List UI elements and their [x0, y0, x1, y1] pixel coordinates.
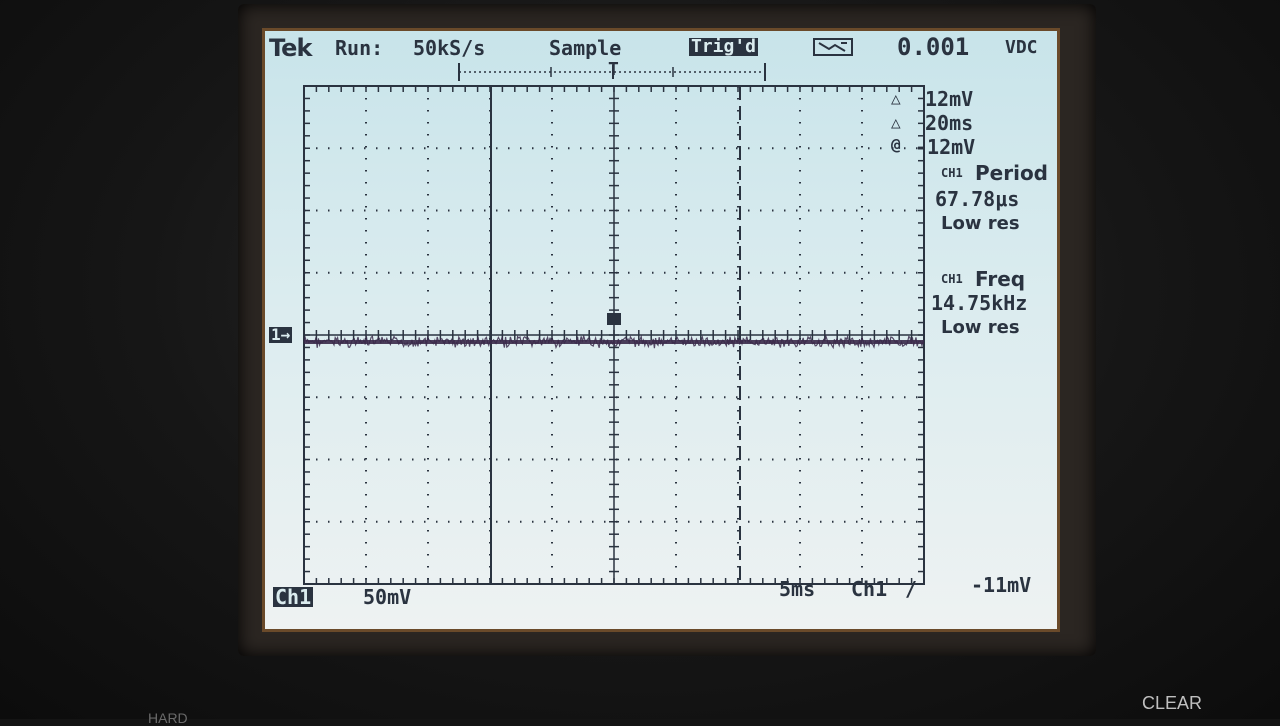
cursor-at-v: -12mV [915, 135, 976, 159]
oscilloscope-screen: Tek Run: 50kS/s Sample Trig'd 0.001 VDC … [262, 28, 1060, 632]
measurement-1-note: Low res [941, 213, 1020, 234]
measurement-1-channel: CH1 [941, 166, 963, 180]
ground-level-marker: 1→ [269, 325, 293, 344]
oscilloscope-bezel: Tek Run: 50kS/s Sample Trig'd 0.001 VDC … [0, 0, 1280, 726]
measurement-2-value: 14.75kHz [931, 291, 1028, 315]
trigger-point-marker [607, 313, 621, 325]
waveform-graticule [303, 85, 925, 585]
run-state: Run: [335, 36, 384, 60]
dc-reading: 0.001 [897, 33, 970, 61]
measurement-2-note: Low res [941, 317, 1020, 338]
at-cursor-icon: @ [891, 135, 901, 154]
trigger-position-marker: T [608, 59, 619, 80]
sample-rate: 50kS/s [413, 36, 486, 60]
trigger-level: -11mV [971, 573, 1032, 597]
acquisition-mode: Sample [549, 36, 622, 60]
cursor-delta-v: 12mV [925, 87, 974, 111]
cursor-delta-t: 20ms [925, 111, 974, 135]
measurement-1-value: 67.78μs [935, 187, 1020, 211]
trigger-status: Trig'd [689, 36, 759, 57]
display-mode-icon [813, 38, 853, 56]
measurement-1-name: Period [975, 161, 1048, 185]
delta-v-icon: △ [891, 89, 901, 108]
measurement-2-channel: CH1 [941, 272, 963, 286]
trigger-source: Ch1 [851, 577, 888, 601]
trigger-slope: / [905, 577, 918, 601]
volts-per-div: 50mV [363, 585, 412, 609]
channel-indicator: Ch1 [273, 585, 314, 609]
dc-unit: VDC [1005, 37, 1038, 58]
hardcopy-button-label: HARD [148, 710, 188, 726]
delta-t-icon: △ [891, 113, 901, 132]
clear-button[interactable]: CLEAR [1142, 693, 1202, 714]
time-per-div: 5ms [779, 577, 816, 601]
brand-logo: Tek [269, 34, 312, 62]
measurement-2-name: Freq [975, 267, 1026, 291]
